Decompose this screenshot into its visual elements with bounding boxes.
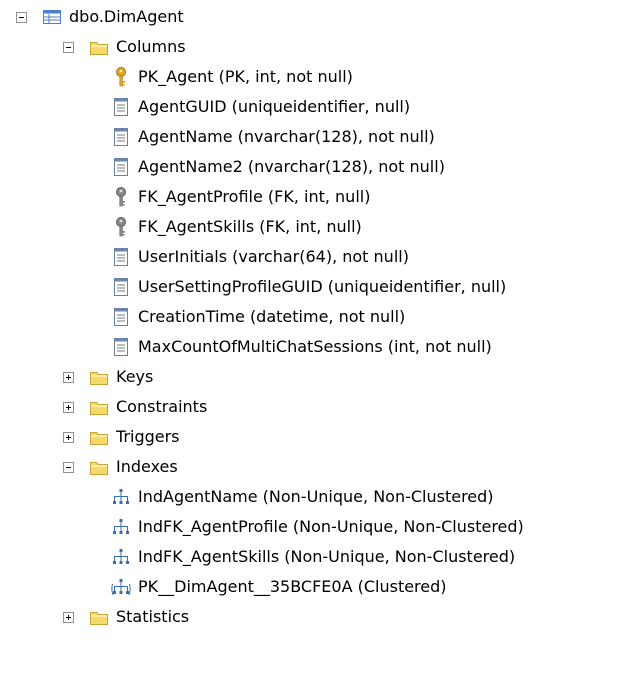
table-icon	[41, 6, 63, 28]
tree-node-column[interactable]: CreationTime (datetime, not null)	[110, 302, 405, 332]
clustered-index-icon	[110, 576, 132, 598]
column-icon	[110, 246, 132, 268]
tree-node-index[interactable]: IndFK_AgentProfile (Non-Unique, Non-Clus…	[110, 512, 524, 542]
tree-node-table[interactable]: dbo.DimAgent	[41, 2, 184, 32]
foreign-key-icon	[110, 186, 132, 208]
tree-node-column[interactable]: FK_AgentProfile (FK, int, null)	[110, 182, 370, 212]
tree-node-column-label: FK_AgentProfile (FK, int, null)	[138, 187, 371, 206]
tree-node-folder-triggers[interactable]: Triggers	[88, 422, 180, 452]
tree-node-statistics-folder-label: Statistics	[116, 607, 190, 626]
tree-node-folder-triggers-expander-plus-icon[interactable]	[63, 432, 74, 443]
tree-node-column[interactable]: AgentName (nvarchar(128), not null)	[110, 122, 435, 152]
tree-node-table-label: dbo.DimAgent	[69, 7, 184, 26]
index-icon	[110, 516, 132, 538]
tree-node-folder-keys-expander-plus-icon[interactable]	[63, 372, 74, 383]
tree-node-columns-folder[interactable]: Columns	[88, 32, 186, 62]
tree-node-column[interactable]: UserInitials (varchar(64), not null)	[110, 242, 409, 272]
tree-node-column-label: AgentGUID (uniqueidentifier, null)	[138, 97, 411, 116]
tree-node-column[interactable]: MaxCountOfMultiChatSessions (int, not nu…	[110, 332, 492, 362]
tree-node-folder-triggers-label: Triggers	[116, 427, 180, 446]
tree-node-index-label: IndFK_AgentSkills (Non-Unique, Non-Clust…	[138, 547, 516, 566]
tree-node-columns-folder-label: Columns	[116, 37, 186, 56]
index-icon	[110, 546, 132, 568]
tree-node-indexes-folder-expander-minus-icon[interactable]	[63, 462, 74, 473]
tree-node-index[interactable]: IndFK_AgentSkills (Non-Unique, Non-Clust…	[110, 542, 515, 572]
tree-node-column[interactable]: AgentGUID (uniqueidentifier, null)	[110, 92, 410, 122]
folder-icon	[88, 456, 110, 478]
tree-node-folder-constraints[interactable]: Constraints	[88, 392, 207, 422]
index-icon	[110, 486, 132, 508]
tree-node-column-label: FK_AgentSkills (FK, int, null)	[138, 217, 362, 236]
tree-node-column[interactable]: FK_AgentSkills (FK, int, null)	[110, 212, 362, 242]
folder-icon	[88, 366, 110, 388]
tree-node-column-label: AgentName2 (nvarchar(128), not null)	[138, 157, 445, 176]
column-icon	[110, 306, 132, 328]
tree-node-index-label: IndAgentName (Non-Unique, Non-Clustered)	[138, 487, 494, 506]
tree-node-index[interactable]: PK__DimAgent__35BCFE0A (Clustered)	[110, 572, 447, 602]
tree-node-index-label: IndFK_AgentProfile (Non-Unique, Non-Clus…	[138, 517, 524, 536]
folder-icon	[88, 36, 110, 58]
tree-node-indexes-folder[interactable]: Indexes	[88, 452, 178, 482]
foreign-key-icon	[110, 216, 132, 238]
tree-node-column-label: AgentName (nvarchar(128), not null)	[138, 127, 435, 146]
tree-node-column[interactable]: PK_Agent (PK, int, not null)	[110, 62, 353, 92]
tree-node-index-label: PK__DimAgent__35BCFE0A (Clustered)	[138, 577, 447, 596]
column-icon	[110, 156, 132, 178]
tree-node-column[interactable]: AgentName2 (nvarchar(128), not null)	[110, 152, 445, 182]
tree-node-statistics-folder[interactable]: Statistics	[88, 602, 189, 632]
column-icon	[110, 96, 132, 118]
tree-node-column-label: PK_Agent (PK, int, not null)	[138, 67, 353, 86]
tree-node-statistics-folder-expander-plus-icon[interactable]	[63, 612, 74, 623]
tree-node-columns-folder-expander-minus-icon[interactable]	[63, 42, 74, 53]
folder-icon	[88, 426, 110, 448]
tree-node-folder-keys-label: Keys	[116, 367, 154, 386]
tree-node-index[interactable]: IndAgentName (Non-Unique, Non-Clustered)	[110, 482, 494, 512]
folder-icon	[88, 606, 110, 628]
tree-node-column-label: UserSettingProfileGUID (uniqueidentifier…	[138, 277, 507, 296]
tree-node-column-label: CreationTime (datetime, not null)	[138, 307, 406, 326]
tree-node-folder-constraints-label: Constraints	[116, 397, 208, 416]
tree-node-indexes-folder-label: Indexes	[116, 457, 178, 476]
tree-node-column-label: UserInitials (varchar(64), not null)	[138, 247, 409, 266]
column-icon	[110, 276, 132, 298]
tree-node-table-expander-minus-icon[interactable]	[16, 12, 27, 23]
tree-node-column-label: MaxCountOfMultiChatSessions (int, not nu…	[138, 337, 492, 356]
primary-key-icon	[110, 66, 132, 88]
tree-node-folder-keys[interactable]: Keys	[88, 362, 153, 392]
tree-node-folder-constraints-expander-plus-icon[interactable]	[63, 402, 74, 413]
tree-node-column[interactable]: UserSettingProfileGUID (uniqueidentifier…	[110, 272, 506, 302]
column-icon	[110, 336, 132, 358]
folder-icon	[88, 396, 110, 418]
column-icon	[110, 126, 132, 148]
